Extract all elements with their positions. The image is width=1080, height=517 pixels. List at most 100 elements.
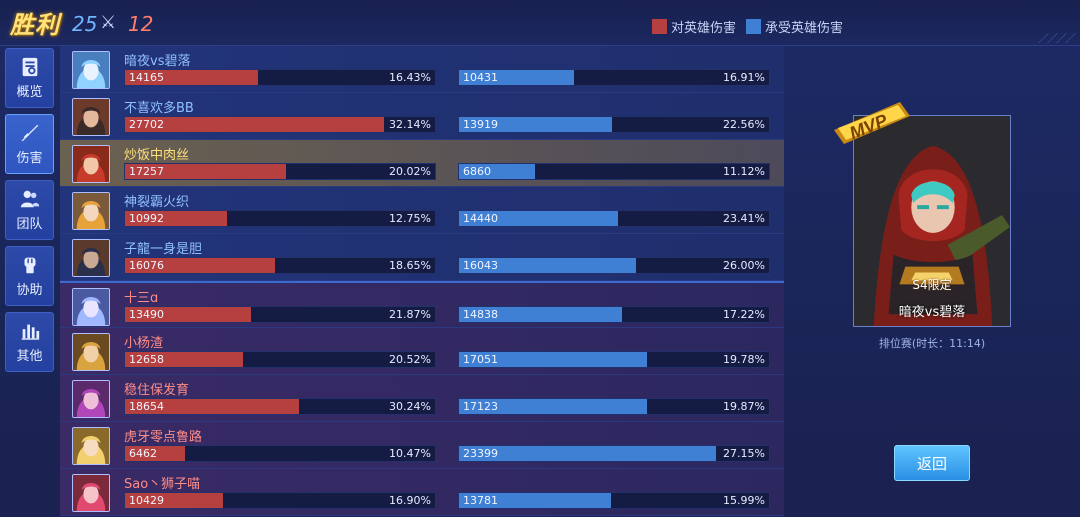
player-row[interactable]: 小杨渣 12658 20.52% 17051 19.78% bbox=[60, 328, 784, 375]
legend-dealt-label: 对英雄伤害 bbox=[671, 21, 737, 36]
damage-dealt-bar: 10429 16.90% bbox=[124, 492, 436, 509]
player-name: 稳住保发育 bbox=[124, 383, 190, 398]
damage-taken-percent: 26.00% bbox=[723, 259, 765, 272]
damage-dealt-value: 10429 bbox=[129, 494, 164, 507]
bar-chart-icon bbox=[21, 324, 39, 340]
own-team-kills: 25 bbox=[72, 12, 98, 36]
mvp-badge-text: MVP bbox=[847, 110, 892, 144]
damage-dealt-bar: 13490 21.87% bbox=[124, 306, 436, 323]
damage-taken-value: 13781 bbox=[463, 494, 498, 507]
legend-taken-swatch bbox=[746, 19, 761, 34]
player-row[interactable]: 虎牙零点鲁路 6462 10.47% 23399 27.15% bbox=[60, 422, 784, 469]
damage-taken-percent: 23.41% bbox=[723, 212, 765, 225]
hero-portrait-icon bbox=[73, 475, 109, 511]
damage-taken-value: 14838 bbox=[463, 308, 498, 321]
damage-taken-bar: 10431 16.91% bbox=[458, 69, 770, 86]
mvp-player-name: 暗夜vs碧落 bbox=[898, 305, 966, 320]
damage-dealt-value: 18654 bbox=[129, 400, 164, 413]
player-row[interactable]: 炒饭中肉丝 17257 20.02% 6860 11.12% bbox=[60, 140, 784, 187]
hero-portrait-icon bbox=[73, 99, 109, 135]
damage-taken-bar: 14440 23.41% bbox=[458, 210, 770, 227]
match-info: 排位赛(时长：11:14) bbox=[878, 337, 986, 350]
damage-dealt-bar: 16076 18.65% bbox=[124, 257, 436, 274]
damage-taken-value: 6860 bbox=[463, 165, 491, 178]
player-row[interactable]: 稳住保发育 18654 30.24% 17123 19.87% bbox=[60, 375, 784, 422]
damage-taken-percent: 11.12% bbox=[723, 165, 765, 178]
damage-taken-value: 10431 bbox=[463, 71, 498, 84]
mvp-s4-tag: S4限定 bbox=[912, 278, 952, 292]
player-name: 暗夜vs碧落 bbox=[124, 54, 191, 69]
damage-taken-bar: 13919 22.56% bbox=[458, 116, 770, 133]
result-header: 胜利 25 ⚔ 12 对英雄伤害 承受英雄伤害 ／／／／ bbox=[0, 0, 1080, 46]
team-icon bbox=[20, 190, 39, 208]
sidebar-item-assist[interactable]: 协助 bbox=[5, 246, 54, 306]
damage-taken-percent: 27.15% bbox=[723, 447, 765, 460]
player-name: 不喜欢多BB bbox=[124, 101, 194, 116]
hero-portrait-icon bbox=[73, 334, 109, 370]
mvp-card[interactable]: S4限定 暗夜vs碧落 bbox=[853, 115, 1011, 327]
damage-dealt-value: 12658 bbox=[129, 353, 164, 366]
back-button[interactable]: 返回 bbox=[894, 445, 970, 481]
player-row[interactable]: 暗夜vs碧落 14165 16.43% 10431 16.91% bbox=[60, 46, 784, 93]
player-row[interactable]: Sao丶狮子喵 10429 16.90% 13781 15.99% bbox=[60, 469, 784, 516]
hero-portrait-icon bbox=[73, 428, 109, 464]
damage-taken-bar: 14838 17.22% bbox=[458, 306, 770, 323]
player-name: 虎牙零点鲁路 bbox=[124, 430, 203, 445]
hero-avatar[interactable] bbox=[72, 145, 110, 183]
damage-taken-bar: 13781 15.99% bbox=[458, 492, 770, 509]
fist-icon bbox=[24, 257, 35, 274]
damage-dealt-percent: 10.47% bbox=[389, 447, 431, 460]
sidebar-item-overview[interactable]: 概览 bbox=[5, 48, 54, 108]
hero-avatar[interactable] bbox=[72, 192, 110, 230]
mvp-badge-icon: MVP bbox=[834, 102, 910, 144]
damage-taken-percent: 17.22% bbox=[723, 308, 765, 321]
legend-dealt-swatch bbox=[652, 19, 667, 34]
damage-taken-value: 14440 bbox=[463, 212, 498, 225]
damage-dealt-percent: 18.65% bbox=[389, 259, 431, 272]
player-row[interactable]: 十三ɑ 13490 21.87% 14838 17.22% bbox=[60, 281, 784, 328]
sidebar-item-other[interactable]: 其他 bbox=[5, 312, 54, 372]
damage-taken-value: 23399 bbox=[463, 447, 498, 460]
damage-dealt-percent: 12.75% bbox=[389, 212, 431, 225]
player-name: Sao丶狮子喵 bbox=[124, 477, 201, 492]
player-row[interactable]: 子龍一身是胆 16076 18.65% 16043 26.00% bbox=[60, 234, 784, 281]
damage-table: 暗夜vs碧落 14165 16.43% 10431 16.91% 不喜欢多BB … bbox=[60, 46, 784, 516]
hero-avatar[interactable] bbox=[72, 380, 110, 418]
sword-icon bbox=[21, 124, 38, 142]
damage-taken-bar: 17051 19.78% bbox=[458, 351, 770, 368]
hero-portrait-icon bbox=[73, 381, 109, 417]
damage-taken-value: 16043 bbox=[463, 259, 498, 272]
player-row[interactable]: 不喜欢多BB 27702 32.14% 13919 22.56% bbox=[60, 93, 784, 140]
player-name: 炒饭中肉丝 bbox=[124, 148, 190, 163]
damage-dealt-bar: 6462 10.47% bbox=[124, 445, 436, 462]
damage-dealt-percent: 16.90% bbox=[389, 494, 431, 507]
hero-avatar[interactable] bbox=[72, 288, 110, 326]
hero-avatar[interactable] bbox=[72, 427, 110, 465]
hero-avatar[interactable] bbox=[72, 239, 110, 277]
damage-dealt-value: 13490 bbox=[129, 308, 164, 321]
player-name: 神裂霸火织 bbox=[124, 195, 190, 210]
damage-dealt-bar: 27702 32.14% bbox=[124, 116, 436, 133]
damage-taken-percent: 15.99% bbox=[723, 494, 765, 507]
sidebar-item-label: 伤害 bbox=[16, 151, 43, 166]
damage-dealt-value: 6462 bbox=[129, 447, 157, 460]
damage-dealt-percent: 30.24% bbox=[389, 400, 431, 413]
damage-taken-percent: 22.56% bbox=[723, 118, 765, 131]
hero-avatar[interactable] bbox=[72, 51, 110, 89]
sidebar-item-label: 概览 bbox=[16, 85, 43, 100]
sidebar: 概览 伤害 团队 协助 其他 bbox=[5, 48, 56, 378]
hero-portrait-icon bbox=[73, 240, 109, 276]
hero-avatar[interactable] bbox=[72, 474, 110, 512]
sidebar-item-damage[interactable]: 伤害 bbox=[5, 114, 54, 174]
damage-dealt-percent: 21.87% bbox=[389, 308, 431, 321]
hero-avatar[interactable] bbox=[72, 333, 110, 371]
damage-dealt-value: 27702 bbox=[129, 118, 164, 131]
sidebar-item-team[interactable]: 团队 bbox=[5, 180, 54, 240]
damage-dealt-percent: 16.43% bbox=[389, 71, 431, 84]
sidebar-item-label: 协助 bbox=[16, 283, 43, 298]
hero-portrait-icon bbox=[73, 289, 109, 325]
hero-avatar[interactable] bbox=[72, 98, 110, 136]
player-row[interactable]: 神裂霸火织 10992 12.75% 14440 23.41% bbox=[60, 187, 784, 234]
result-title: 胜利 bbox=[10, 11, 60, 39]
legend-dealt: 对英雄伤害 bbox=[652, 17, 736, 36]
